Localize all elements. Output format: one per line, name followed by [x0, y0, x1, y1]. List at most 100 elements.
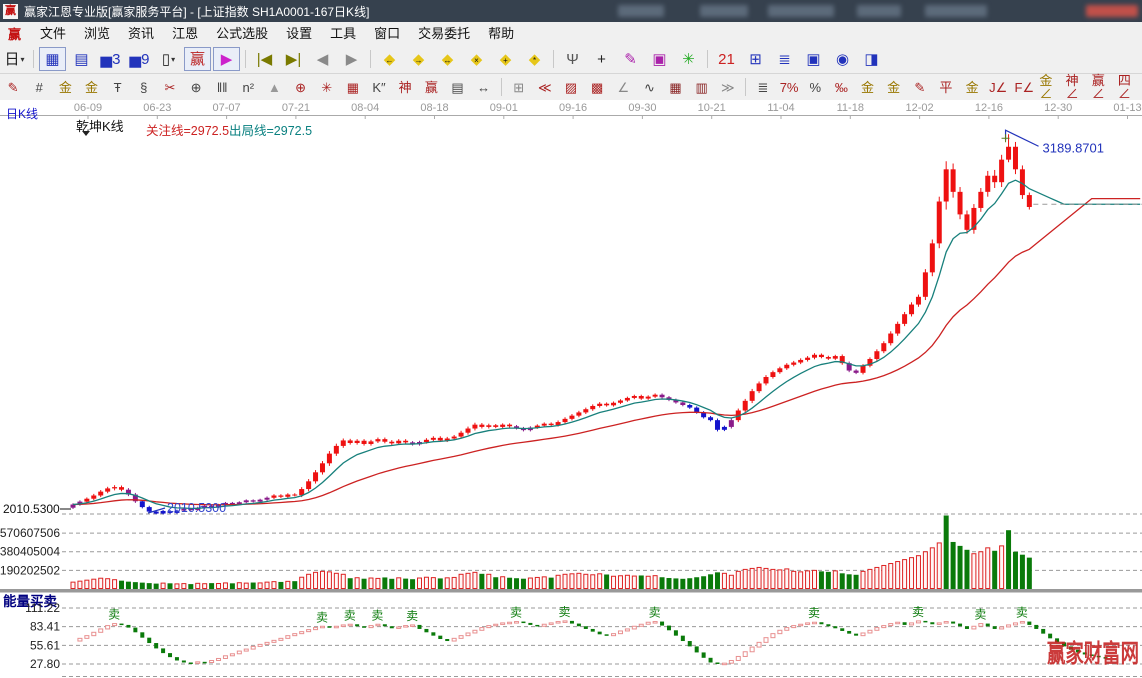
last-screen-icon[interactable]: ▶| — [280, 47, 307, 71]
menu-item[interactable]: 工具 — [321, 23, 365, 45]
time-lines-icon[interactable]: ‖‖ — [210, 75, 234, 99]
menu-item[interactable]: 公式选股 — [207, 23, 277, 45]
slash-lines-icon[interactable]: ≫ — [716, 75, 740, 99]
fan-box-icon[interactable]: ▨ — [559, 75, 583, 99]
f-angle-icon[interactable]: F∠ — [1012, 75, 1036, 99]
menu-item[interactable]: 文件 — [31, 23, 75, 45]
span-measure-icon[interactable]: ↔ — [472, 75, 496, 99]
menu-item[interactable]: 江恩 — [163, 23, 207, 45]
gold-circle-icon[interactable]: 金 — [855, 75, 879, 99]
gann-right-icon[interactable]: ◆→ — [405, 47, 432, 71]
volume-bar — [251, 583, 256, 589]
percent-3-icon[interactable]: ‰ — [829, 75, 853, 99]
qiankun-kline-icon[interactable]: 赢 — [184, 47, 211, 71]
star-web-icon[interactable]: ✳ — [315, 75, 339, 99]
trade-cart-icon[interactable]: ◨ — [858, 47, 885, 71]
save-icon[interactable]: ▣ — [800, 47, 827, 71]
next-screen-icon[interactable]: ▶ — [338, 47, 365, 71]
sync-web-icon[interactable]: ◉ — [829, 47, 856, 71]
grid-dark-2-icon[interactable]: ▥ — [690, 75, 714, 99]
hand-tool-icon[interactable]: Ψ — [559, 47, 586, 71]
menu-item[interactable]: 资讯 — [119, 23, 163, 45]
menu-item[interactable]: 设置 — [277, 23, 321, 45]
blurred-titlebar-button[interactable] — [1086, 5, 1138, 17]
volume-3-icon[interactable]: ▅3 — [97, 47, 124, 71]
kline-period-icon[interactable]: 日▾ — [1, 47, 28, 71]
chevron-down-icon[interactable] — [82, 131, 90, 136]
candle-style-icon[interactable]: ▯▾ — [155, 47, 182, 71]
gann-wheel-icon[interactable]: ⊕ — [289, 75, 313, 99]
oscillator-candle — [106, 626, 110, 629]
volume-bar — [196, 583, 200, 588]
ying-tool-icon[interactable]: 赢 — [419, 75, 443, 99]
volume-bar — [292, 581, 297, 589]
multi-window-icon[interactable]: ▦ — [39, 47, 66, 71]
candle-body — [833, 356, 838, 359]
box-frame-icon[interactable]: ⊞ — [507, 75, 531, 99]
blurred-titlebar-item[interactable] — [618, 5, 664, 17]
stamp-tool-icon[interactable]: ▣ — [646, 47, 673, 71]
volume-bar — [473, 572, 477, 588]
ying-angle-icon[interactable]: 赢∠ — [1091, 75, 1115, 99]
gann-center-icon[interactable]: ◆+ — [492, 47, 519, 71]
stats-box-icon[interactable]: ≣ — [751, 75, 775, 99]
blurred-titlebar-item[interactable] — [925, 5, 987, 17]
gold-angle-icon[interactable]: 金∠ — [1038, 75, 1062, 99]
blurred-titlebar-item[interactable] — [768, 5, 834, 17]
k-measure-icon[interactable]: K″ — [367, 75, 391, 99]
gold-split-1-icon[interactable]: 金 — [53, 75, 77, 99]
square-web-icon[interactable]: ▦ — [341, 75, 365, 99]
gann-compress-icon[interactable]: ◆× — [463, 47, 490, 71]
notes-icon[interactable]: ≣ — [771, 47, 798, 71]
candle-body — [784, 365, 789, 369]
web-box-icon[interactable]: ▩ — [585, 75, 609, 99]
fib-tool-icon[interactable]: Ŧ — [106, 75, 130, 99]
angle-lines-icon[interactable]: ∠ — [611, 75, 635, 99]
blurred-titlebar-item[interactable] — [857, 5, 901, 17]
oscillator-candle — [466, 633, 470, 636]
first-screen-icon[interactable]: |◀ — [251, 47, 278, 71]
four-angle-icon[interactable]: 四∠ — [1117, 75, 1141, 99]
volume-9-icon[interactable]: ▅9 — [126, 47, 153, 71]
gann-all-icon[interactable]: ◆* — [521, 47, 548, 71]
menu-item[interactable]: 交易委托 — [409, 23, 479, 45]
calculator-icon[interactable]: ⊞ — [742, 47, 769, 71]
price-ruler-icon[interactable]: ▤ — [445, 75, 469, 99]
gann-expand-icon[interactable]: ◆↔ — [434, 47, 461, 71]
pointer-mark-tool-icon[interactable]: ✎ — [617, 47, 644, 71]
j-angle-icon[interactable]: J∠ — [986, 75, 1010, 99]
n-square-icon[interactable]: n² — [236, 75, 260, 99]
blurred-titlebar-item[interactable] — [700, 5, 748, 17]
gann-left-icon[interactable]: ◆← — [376, 47, 403, 71]
app-logo-icon: 赢 — [3, 4, 18, 19]
trend-color-icon[interactable]: ▶ — [213, 47, 240, 71]
shen-tool-icon[interactable]: 神 — [393, 75, 417, 99]
wave-tool-icon[interactable]: ∿ — [637, 75, 661, 99]
crosshair-tool-icon[interactable]: + — [588, 47, 615, 71]
grid-dark-icon[interactable]: ▦ — [663, 75, 687, 99]
kline-chart-canvas[interactable]: 06-0906-2307-0707-2108-0408-1809-0109-16… — [0, 100, 1142, 678]
brush-tool-icon[interactable]: ✎ — [908, 75, 932, 99]
cut-tool-icon[interactable]: ✂ — [158, 75, 182, 99]
menu-item[interactable]: 帮助 — [479, 23, 523, 45]
flat-top-icon[interactable]: 平 — [934, 75, 958, 99]
f10-info-icon[interactable]: ▤ — [68, 47, 95, 71]
percent-7-icon[interactable]: 7% — [777, 75, 801, 99]
fan-lines-icon[interactable]: ≪ — [533, 75, 557, 99]
shen-angle-icon[interactable]: 神∠ — [1065, 75, 1089, 99]
time-grid-icon[interactable]: # — [27, 75, 51, 99]
percent-icon[interactable]: % — [803, 75, 827, 99]
calendar-icon[interactable]: 21 — [713, 47, 740, 71]
menu-item[interactable]: 浏览 — [75, 23, 119, 45]
spiral-tool-icon[interactable]: § — [132, 75, 156, 99]
ma-fast-line — [73, 180, 1140, 508]
cycle-circle-icon[interactable]: ⊕ — [184, 75, 208, 99]
draw-pencil-icon[interactable]: ✎ — [1, 75, 25, 99]
gold-split-2-icon[interactable]: 金 — [79, 75, 103, 99]
prev-screen-icon[interactable]: ◀ — [309, 47, 336, 71]
knot-tool-icon[interactable]: ✳ — [675, 47, 702, 71]
angle-ruler-icon[interactable]: ▲ — [262, 75, 286, 99]
gold-2-icon[interactable]: 金 — [960, 75, 984, 99]
menu-item[interactable]: 窗口 — [365, 23, 409, 45]
gold-level-icon[interactable]: 金 — [882, 75, 906, 99]
